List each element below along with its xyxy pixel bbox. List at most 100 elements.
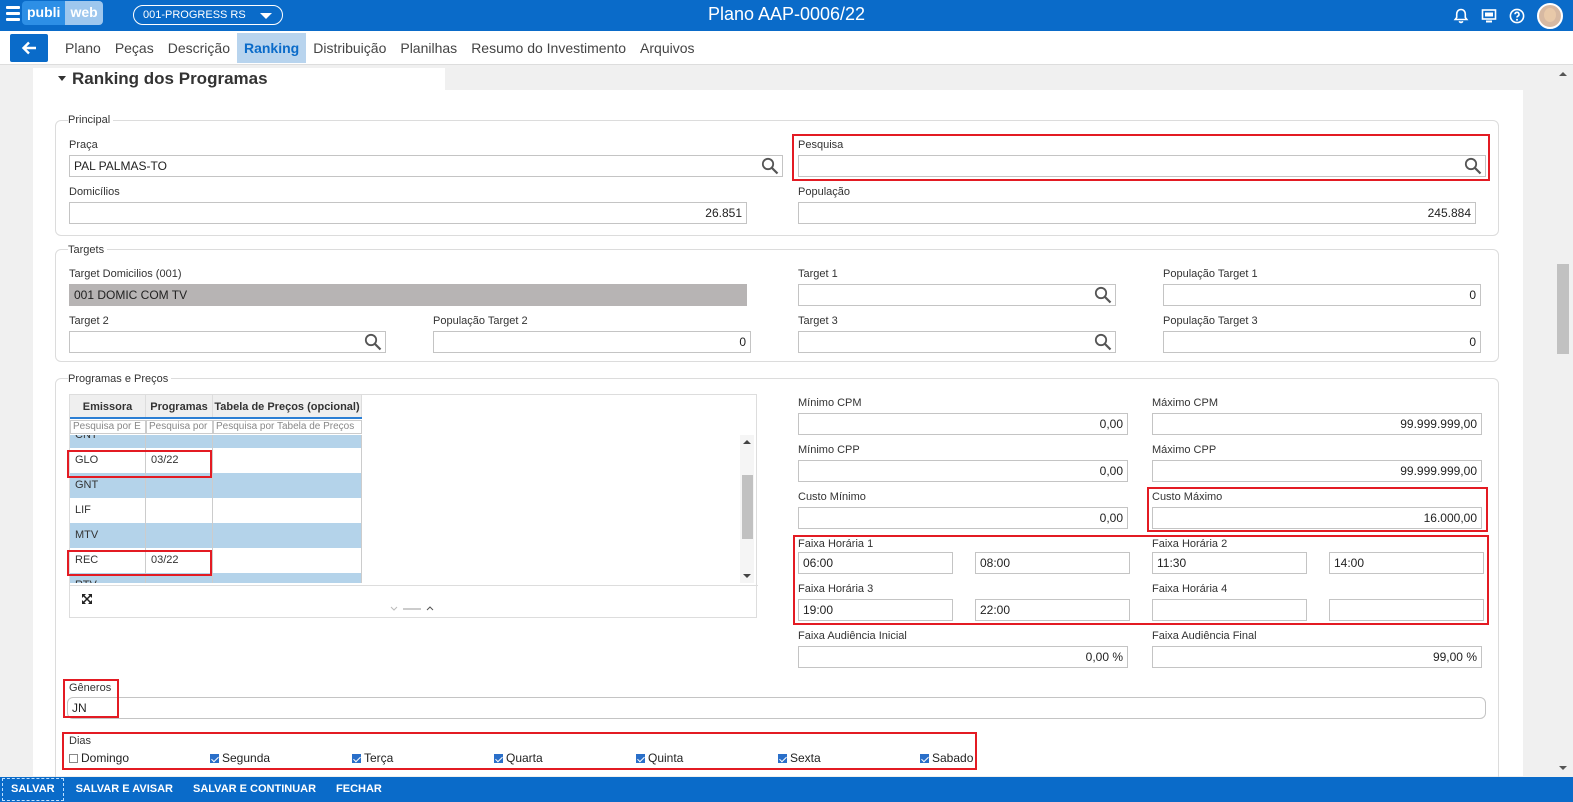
expand-icon[interactable]	[81, 593, 93, 605]
pop-target2-field[interactable]: 0	[433, 331, 751, 353]
avatar[interactable]	[1537, 3, 1563, 29]
checkbox-sexta[interactable]: Sexta	[778, 751, 821, 765]
checkbox-segunda[interactable]: Segunda	[210, 751, 270, 765]
domicilios-label: Domicílios	[69, 186, 120, 198]
salvar-button[interactable]: SALVAR	[2, 778, 64, 801]
cell-tabela	[213, 448, 362, 473]
pop-target3-label: População Target 3	[1163, 315, 1258, 327]
scroll-down-icon[interactable]	[1557, 764, 1569, 772]
grid-filter-row: Pesquisa por E Pesquisa por Pesquisa por…	[70, 420, 362, 434]
faixa2-inicio-field[interactable]: 11:30	[1152, 552, 1307, 574]
checkbox-domingo[interactable]: Domingo	[69, 751, 129, 765]
col-tabela-precos[interactable]: Tabela de Preços (opcional)	[213, 395, 362, 417]
pop-target1-field[interactable]: 0	[1163, 284, 1481, 306]
scroll-up-icon[interactable]	[740, 437, 754, 447]
grid-body: CNT GLO 03/22 GNT LIF MTV REC 03/22	[70, 435, 738, 583]
checkbox-sabado[interactable]: Sabado	[920, 751, 973, 765]
tab-resumo-investimento[interactable]: Resumo do Investimento	[464, 33, 633, 63]
target3-label: Target 3	[798, 315, 838, 327]
col-emissora[interactable]: Emissora	[70, 395, 146, 417]
min-cpm-field[interactable]: 0,00	[798, 413, 1128, 435]
search-icon[interactable]	[364, 333, 382, 351]
page-scroll-thumb[interactable]	[1557, 264, 1569, 354]
faixa3-fim-field[interactable]: 22:00	[975, 599, 1130, 621]
custo-min-field[interactable]: 0,00	[798, 507, 1128, 529]
table-row[interactable]: LIF	[70, 498, 362, 523]
aud-fim-field[interactable]: 99,00 %	[1152, 646, 1482, 668]
faixa2-label: Faixa Horária 2	[1152, 538, 1228, 550]
faixa3-inicio-field[interactable]: 19:00	[798, 599, 953, 621]
table-row[interactable]: RTV	[70, 573, 362, 583]
cell-emissora: MTV	[70, 523, 146, 548]
pesquisa-field[interactable]	[798, 155, 1486, 177]
back-button[interactable]	[10, 34, 48, 62]
fechar-button[interactable]: FECHAR	[326, 777, 392, 802]
target1-field[interactable]	[798, 284, 1116, 306]
resize-handle-icon[interactable]	[388, 605, 438, 613]
section-header[interactable]: Ranking dos Programas	[33, 68, 445, 90]
header-strip	[445, 68, 1523, 90]
filter-tabela[interactable]: Pesquisa por Tabela de Preços	[213, 420, 362, 434]
custo-max-label: Custo Máximo	[1152, 491, 1223, 503]
table-row[interactable]: REC 03/22	[70, 548, 362, 573]
page-scrollbar[interactable]	[1557, 68, 1569, 776]
scroll-up-icon[interactable]	[1557, 70, 1569, 78]
cell-tabela	[213, 498, 362, 523]
tab-pecas[interactable]: Peças	[108, 33, 161, 63]
target2-label: Target 2	[69, 315, 109, 327]
tab-plano[interactable]: Plano	[58, 33, 108, 63]
scroll-down-icon[interactable]	[740, 571, 754, 581]
target3-field[interactable]	[798, 331, 1116, 353]
salvar-continuar-button[interactable]: SALVAR E CONTINUAR	[183, 777, 326, 802]
filter-programas[interactable]: Pesquisa por	[146, 420, 213, 434]
monitor-icon[interactable]	[1481, 8, 1497, 24]
arrow-left-icon	[21, 41, 36, 55]
pop-target3-field[interactable]: 0	[1163, 331, 1481, 353]
search-icon[interactable]	[1094, 333, 1112, 351]
table-row[interactable]: GNT	[70, 473, 362, 498]
praca-label: Praça	[69, 139, 98, 151]
search-icon[interactable]	[761, 157, 779, 175]
faixa1-inicio-field[interactable]: 06:00	[798, 552, 953, 574]
max-cpm-field[interactable]: 99.999.999,00	[1152, 413, 1482, 435]
faixa1-fim-field[interactable]: 08:00	[975, 552, 1130, 574]
faixa4-inicio-field[interactable]	[1152, 599, 1307, 621]
action-bar: SALVAR SALVAR E AVISAR SALVAR E CONTINUA…	[0, 777, 1573, 802]
col-programas[interactable]: Programas	[146, 395, 213, 417]
tab-arquivos[interactable]: Arquivos	[633, 33, 701, 63]
checkbox-quinta[interactable]: Quinta	[636, 751, 683, 765]
bell-icon[interactable]	[1453, 8, 1469, 24]
help-icon[interactable]	[1509, 8, 1525, 24]
filter-emissora[interactable]: Pesquisa por E	[70, 420, 146, 434]
target-dom-field[interactable]: 001 DOMIC COM TV	[69, 284, 747, 306]
faixa4-fim-field[interactable]	[1329, 599, 1484, 621]
grid-scrollbar[interactable]	[740, 435, 754, 583]
custo-max-field[interactable]: 16.000,00	[1152, 507, 1482, 529]
target2-field[interactable]	[69, 331, 386, 353]
dias-label: Dias	[69, 735, 92, 747]
cell-tabela	[213, 548, 362, 573]
checkbox-quarta[interactable]: Quarta	[494, 751, 543, 765]
max-cpp-field[interactable]: 99.999.999,00	[1152, 460, 1482, 482]
min-cpm-label: Mínimo CPM	[798, 397, 862, 409]
table-row[interactable]: GLO 03/22	[70, 448, 362, 473]
praca-field[interactable]: PAL PALMAS-TO	[69, 155, 783, 177]
faixa2-fim-field[interactable]: 14:00	[1329, 552, 1484, 574]
min-cpp-field[interactable]: 0,00	[798, 460, 1128, 482]
search-icon[interactable]	[1464, 157, 1482, 175]
tab-descricao[interactable]: Descrição	[161, 33, 237, 63]
domicilios-field[interactable]: 26.851	[69, 202, 747, 224]
generos-field[interactable]: JN	[67, 697, 1486, 719]
grid-scroll-thumb[interactable]	[742, 475, 753, 539]
populacao-field[interactable]: 245.884	[798, 202, 1476, 224]
aud-fim-label: Faixa Audiência Final	[1152, 630, 1257, 642]
table-row[interactable]: CNT	[70, 435, 362, 448]
salvar-avisar-button[interactable]: SALVAR E AVISAR	[66, 777, 183, 802]
tab-ranking[interactable]: Ranking	[236, 33, 307, 63]
aud-ini-field[interactable]: 0,00 %	[798, 646, 1128, 668]
tab-distribuicao[interactable]: Distribuição	[306, 33, 393, 63]
tab-planilhas[interactable]: Planilhas	[393, 33, 464, 63]
search-icon[interactable]	[1094, 286, 1112, 304]
table-row[interactable]: MTV	[70, 523, 362, 548]
checkbox-terca[interactable]: Terça	[352, 751, 393, 765]
